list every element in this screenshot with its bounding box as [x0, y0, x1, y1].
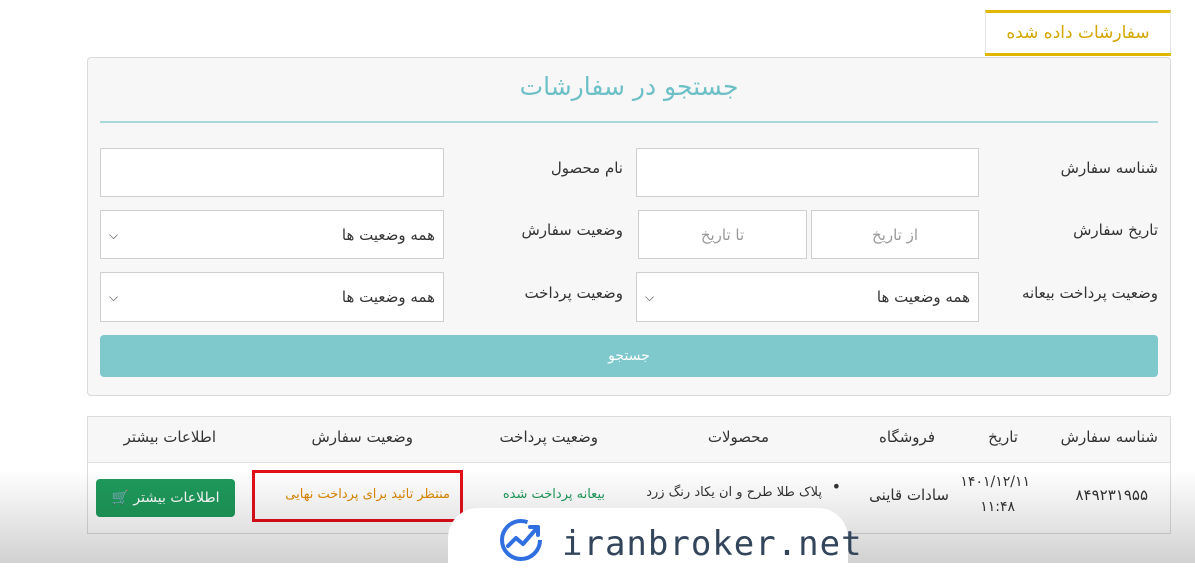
more-info-label: اطلاعات بیشتر [133, 490, 220, 506]
header-products: محصولات [707, 428, 769, 446]
cell-order-id: ۸۴۹۲۳۱۹۵۵ [1075, 486, 1148, 504]
watermark-text: iranbroker.net [562, 524, 863, 564]
chevron-down-icon: ⌵ [109, 290, 119, 304]
order-status-select[interactable]: همه وضعیت ها ⌵ [100, 210, 444, 259]
order-status-value: همه وضعیت ها [341, 226, 435, 244]
prepayment-status-label: وضعیت پرداخت بیعانه [1021, 284, 1158, 302]
order-id-label: شناسه سفارش [1060, 159, 1158, 177]
title-divider [100, 121, 1158, 123]
chevron-down-icon: ⌵ [109, 228, 119, 242]
to-date-input[interactable]: تا تاریخ [638, 210, 807, 259]
product-name-label: نام محصول [550, 159, 623, 177]
header-order-id: شناسه سفارش [1060, 428, 1158, 446]
cell-time: ۱۱:۴۸ [980, 499, 1015, 515]
search-title: جستجو در سفارشات [519, 72, 739, 101]
payment-status-label: وضعیت پرداخت [524, 284, 623, 302]
cart-icon: 🛒 [111, 490, 129, 506]
watermark-logo-icon [500, 519, 542, 561]
bullet-icon: • [831, 477, 841, 496]
cell-date: ۱۴۰۱/۱۲/۱۱ [960, 474, 1030, 490]
order-date-label: تاریخ سفارش [1073, 221, 1158, 239]
more-info-button[interactable]: اطلاعات بیشتر 🛒 [96, 479, 235, 517]
tab-active-indicator [985, 53, 1171, 56]
order-id-input[interactable] [636, 148, 979, 197]
order-status-label: وضعیت سفارش [521, 221, 623, 239]
header-date: تاریخ [988, 428, 1018, 446]
header-more-info: اطلاعات بیشتر [123, 428, 216, 446]
header-payment-status: وضعیت پرداخت [499, 428, 598, 446]
cell-payment-status: بیعانه پرداخت شده [502, 487, 605, 502]
payment-status-value: همه وضعیت ها [341, 288, 435, 306]
header-store: فروشگاه [879, 428, 935, 446]
chevron-down-icon: ⌵ [645, 290, 655, 304]
prepayment-status-select[interactable]: همه وضعیت ها ⌵ [636, 272, 979, 322]
tab-placed-orders[interactable]: سفارشات داده شده [985, 10, 1171, 56]
search-button[interactable]: جستجو [100, 335, 1158, 377]
cell-product[interactable]: پلاک طلا طرح و ان یکاد رنگ زرد [646, 485, 822, 500]
payment-status-select[interactable]: همه وضعیت ها ⌵ [100, 272, 444, 322]
product-name-input[interactable] [100, 148, 444, 197]
from-date-input[interactable]: از تاریخ [811, 210, 979, 259]
header-order-status: وضعیت سفارش [311, 428, 413, 446]
prepayment-status-value: همه وضعیت ها [876, 288, 970, 306]
cell-store: سادات قاینی [869, 486, 949, 504]
highlight-box [252, 470, 463, 522]
